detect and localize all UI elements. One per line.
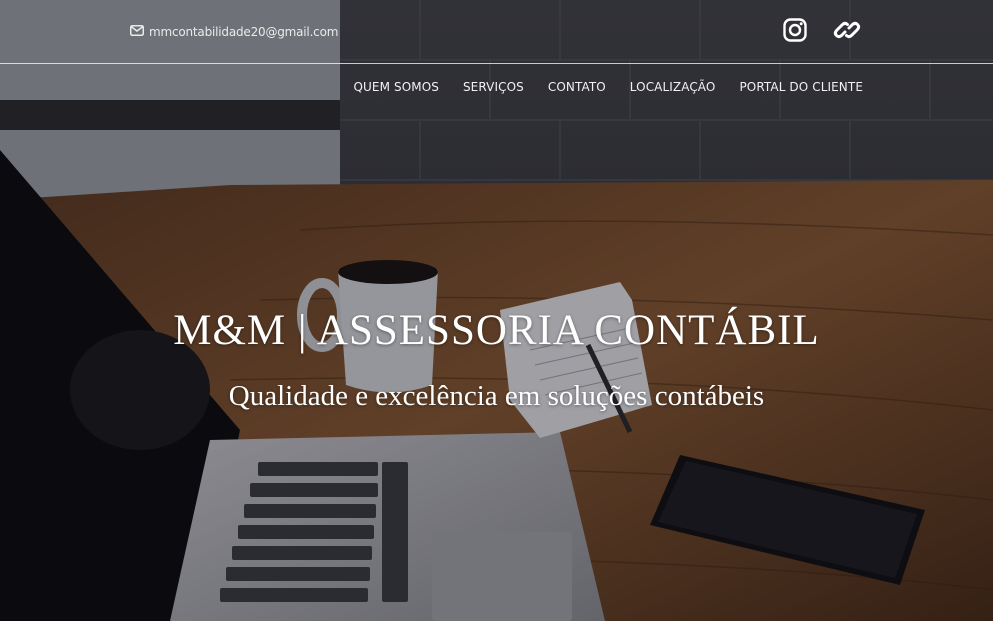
nav-item-contato[interactable]: CONTATO [548,80,606,94]
top-bar: mmcontabilidade20@gmail.com [0,0,993,64]
hero-section: mmcontabilidade20@gmail.com QUEM SOMOS S… [0,0,993,621]
nav-item-servicos[interactable]: SERVIÇOS [463,80,524,94]
email-contact[interactable]: mmcontabilidade20@gmail.com [130,25,338,39]
nav-item-portal-do-cliente[interactable]: PORTAL DO CLIENTE [739,80,863,94]
instagram-icon[interactable] [779,14,811,46]
social-links [779,14,863,46]
envelope-icon [130,25,144,39]
main-nav: QUEM SOMOS SERVIÇOS CONTATO LOCALIZAÇÃO … [354,80,864,94]
nav-item-quem-somos[interactable]: QUEM SOMOS [354,80,439,94]
link-icon[interactable] [831,14,863,46]
nav-item-localizacao[interactable]: LOCALIZAÇÃO [630,80,716,94]
hero-title: M&M | ASSESSORIA CONTÁBIL [173,307,820,354]
email-text[interactable]: mmcontabilidade20@gmail.com [149,25,338,39]
hero-subtitle: Qualidade e excelência em soluções contá… [228,380,765,412]
